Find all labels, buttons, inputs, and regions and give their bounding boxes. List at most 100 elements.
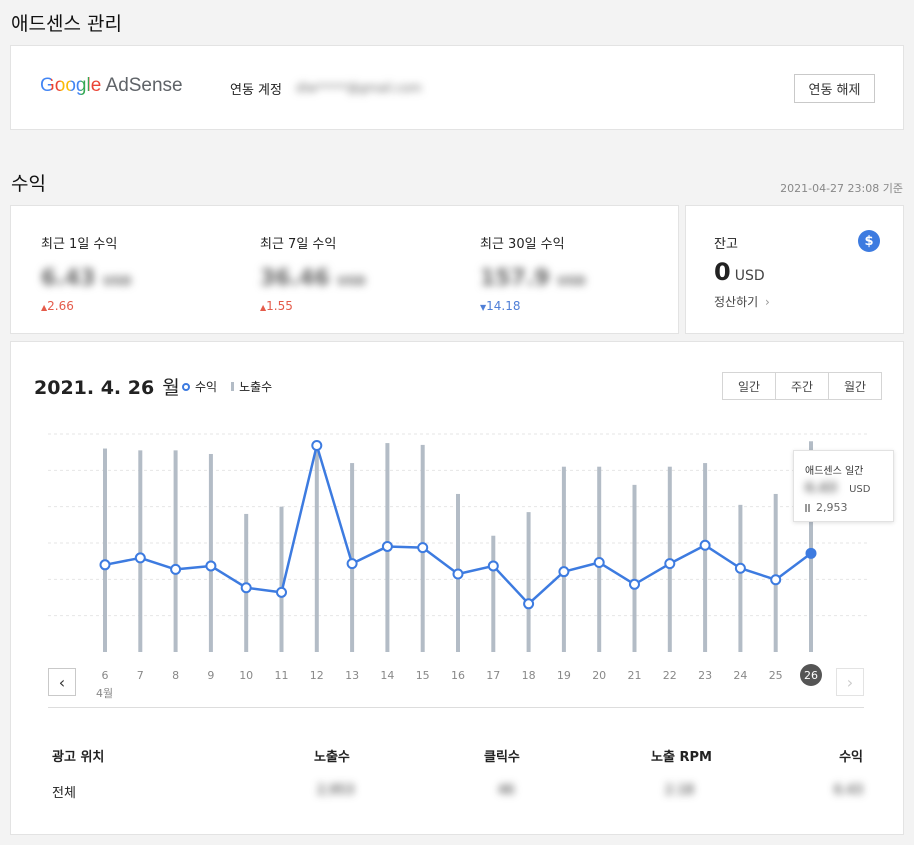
table-cell-impressions: 2,953	[317, 783, 355, 798]
balance-value: 0	[714, 258, 731, 286]
revenue-stats-card: 최근 1일 수익 6.43 USD ▲2.66 최근 7일 수익 36.46 U…	[10, 205, 679, 334]
account-card: Google AdSense 연동 계정 dlw*****@gmail.com …	[10, 45, 904, 130]
stat-value: 157.9 USD	[480, 266, 670, 291]
revenue-point	[346, 558, 358, 570]
tooltip-impressions-value: 2,953	[816, 501, 848, 514]
x-tick-label: 23	[698, 669, 712, 682]
impressions-bar	[173, 450, 178, 652]
revenue-chart: 6 7 8 9 10 11 12 13 14 15 16 17 18 19 20 21 22 23 24 25 26	[48, 433, 867, 686]
table-header-impressions: 노출수	[314, 750, 350, 765]
impressions-bar	[561, 466, 566, 652]
x-tick-label: 12	[310, 669, 324, 682]
impressions-bar	[208, 453, 213, 652]
revenue-point	[417, 542, 429, 554]
chart-next-button[interactable]: ›	[836, 668, 864, 696]
x-tick-label: 15	[416, 669, 430, 682]
x-tick-label: 26	[804, 669, 818, 682]
stat-unit: USD	[337, 274, 366, 288]
revenue-point	[734, 562, 746, 574]
settle-link[interactable]: 정산하기 ›	[714, 293, 770, 310]
chart-panel: 2021. 4. 26 월 수익 노출수 일간 주간 월간 6 7 8 9 10 11 12…	[10, 341, 904, 835]
balance-card: 잔고 $ 0 USD 정산하기 ›	[685, 205, 904, 334]
revenue-point	[452, 568, 464, 580]
impressions-bar	[738, 504, 743, 652]
impressions-bar	[138, 450, 143, 652]
table-header-placement: 광고 위치	[52, 750, 105, 765]
revenue-point	[523, 598, 535, 610]
stat-value: 6.43 USD	[41, 266, 241, 291]
stat-number: 6.43	[41, 266, 96, 291]
x-tick-label: 19	[557, 669, 571, 682]
x-tick-label: 22	[663, 669, 677, 682]
stat-delta: ▲2.66	[41, 299, 241, 313]
stat-30day: 최근 30일 수익 157.9 USD ▼14.18	[480, 233, 670, 313]
revenue-point	[134, 552, 146, 564]
linked-account-label: 연동 계정	[230, 83, 282, 98]
revenue-point	[805, 547, 817, 559]
chevron-right-icon: ›	[765, 295, 770, 309]
stat-delta: ▼14.18	[480, 299, 670, 313]
revenue-point	[664, 558, 676, 570]
revenue-point	[205, 560, 217, 572]
revenue-point	[311, 439, 323, 451]
revenue-point	[770, 574, 782, 586]
revenue-point	[593, 557, 605, 569]
tooltip-revenue-value: 6.43	[805, 481, 838, 496]
tooltip-revenue: 6.43 USD	[805, 481, 870, 496]
page-title: 애드센스 관리	[11, 13, 122, 35]
impressions-bar	[279, 506, 284, 652]
stat-delta-value: 1.55	[266, 299, 293, 313]
stat-delta: ▲1.55	[260, 299, 460, 313]
stat-label: 최근 7일 수익	[260, 237, 337, 252]
balance-unit: USD	[734, 268, 765, 284]
stat-unit: USD	[102, 274, 132, 288]
balance-label: 잔고	[714, 237, 738, 252]
revenue-point	[99, 559, 111, 571]
table-cell-rpm: 2.18	[665, 783, 694, 798]
revenue-point	[699, 539, 711, 551]
adsense-logo: Google AdSense	[40, 75, 183, 97]
x-tick-label: 21	[628, 669, 642, 682]
x-tick-label: 25	[769, 669, 783, 682]
linked-account-email: dlw*****@gmail.com	[296, 81, 422, 95]
impressions-bar	[632, 484, 637, 652]
bar-chart-icon	[805, 503, 812, 512]
table-header-rpm: 노출 RPM	[651, 750, 712, 765]
x-tick-label: 6	[102, 669, 109, 682]
impressions-bar	[526, 512, 531, 652]
x-tick-label: 10	[239, 669, 253, 682]
settle-label: 정산하기	[714, 295, 759, 309]
table-cell-clicks: 46	[498, 783, 515, 798]
tooltip-impressions: 2,953	[805, 501, 848, 514]
x-tick-label: 7	[137, 669, 144, 682]
x-tick-label: 14	[380, 669, 394, 682]
revenue-point	[487, 560, 499, 572]
chevron-right-icon: ›	[846, 672, 854, 692]
impressions-bar	[103, 448, 107, 652]
revenue-point	[240, 582, 252, 594]
x-tick-label: 8	[172, 669, 179, 682]
chart-prev-button[interactable]: ‹	[48, 668, 76, 696]
revenue-point	[276, 586, 287, 598]
stat-7day: 최근 7일 수익 36.46 USD ▲1.55	[260, 233, 460, 313]
revenue-point	[381, 540, 393, 552]
unlink-button[interactable]: 연동 해제	[794, 74, 875, 103]
tooltip-revenue-unit: USD	[849, 484, 871, 495]
balance-amount: 0 USD	[714, 258, 765, 286]
stat-delta-value: 14.18	[486, 299, 521, 313]
table-header-revenue: 수익	[839, 750, 863, 765]
chart-month-label: 4월	[96, 687, 114, 700]
stat-label: 최근 1일 수익	[41, 237, 118, 252]
stat-unit: USD	[557, 274, 586, 288]
stat-delta-value: 2.66	[47, 299, 74, 313]
revenue-title: 수익	[11, 173, 46, 195]
table-cell-revenue: 6.43	[834, 783, 863, 798]
stat-number: 157.9	[480, 266, 550, 291]
x-tick-label: 9	[207, 669, 214, 682]
table-header-clicks: 클릭수	[484, 750, 520, 765]
x-tick-label: 24	[733, 669, 747, 682]
divider	[48, 707, 864, 708]
x-tick-label: 13	[345, 669, 359, 682]
impressions-bar	[773, 493, 778, 652]
revenue-point	[558, 566, 570, 578]
